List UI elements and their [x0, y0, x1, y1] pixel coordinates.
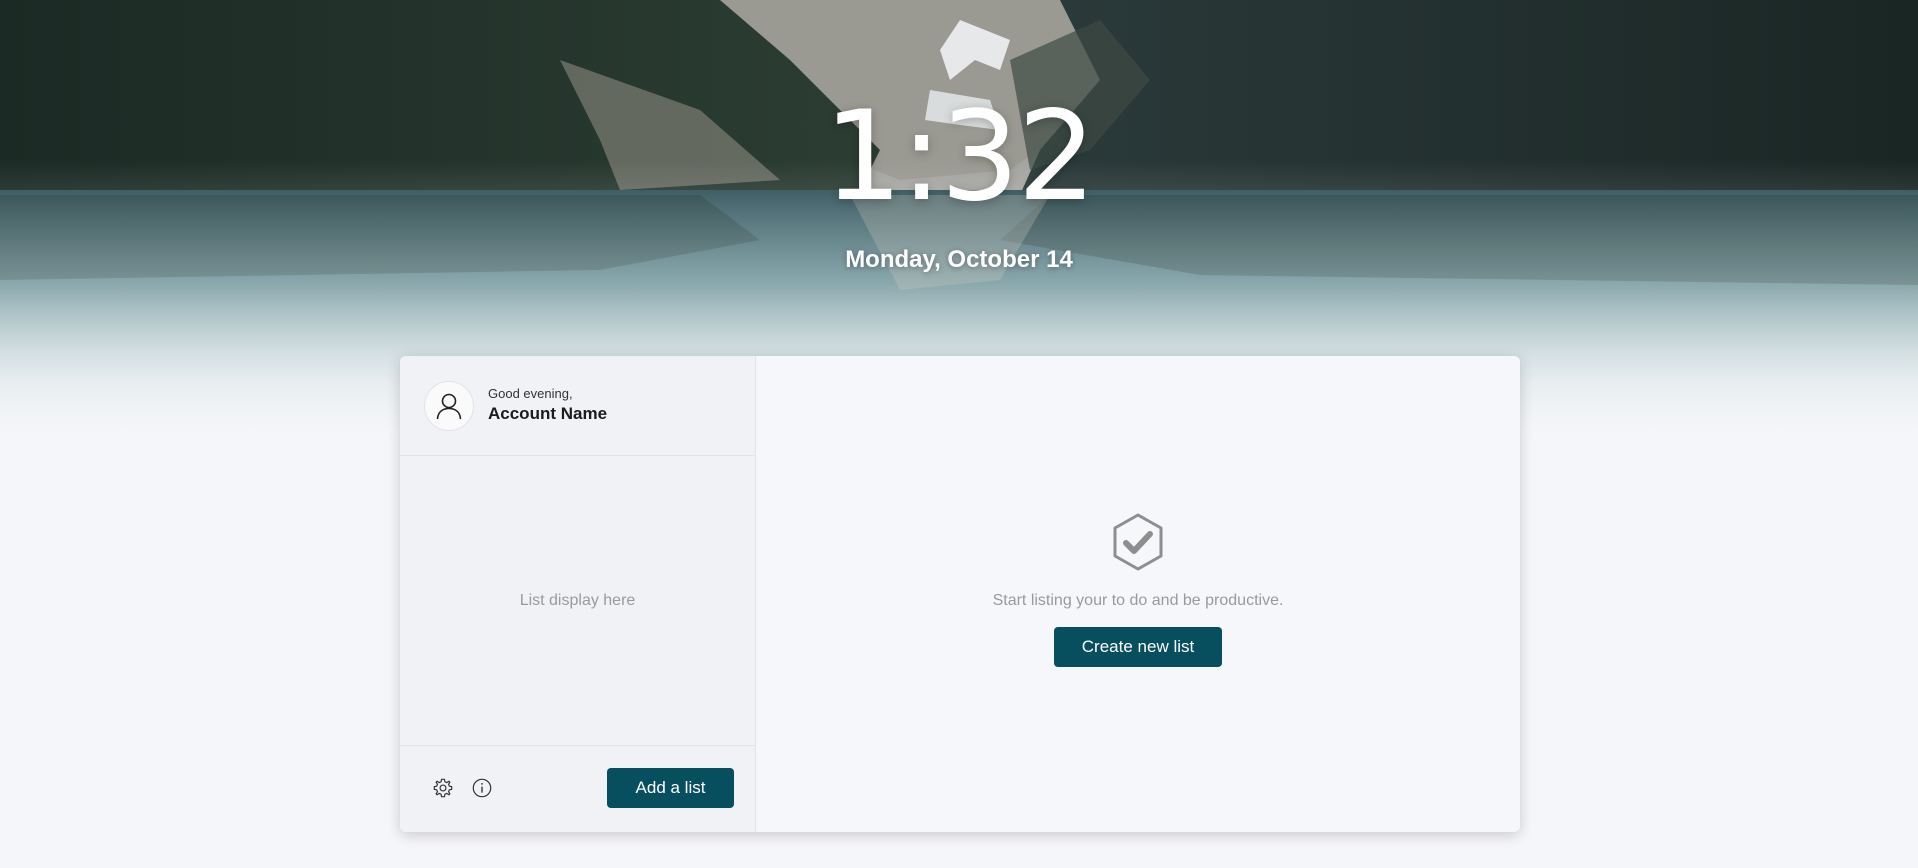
clock-date: Monday, October 14	[845, 246, 1073, 273]
account-header: Good evening, Account Name	[400, 356, 755, 456]
info-icon	[472, 778, 492, 798]
greeting-text: Good evening,	[488, 386, 573, 401]
create-new-list-button[interactable]: Create new list	[1054, 627, 1222, 667]
sidebar-footer: Add a list	[400, 745, 755, 832]
todo-card: Good evening, Account Name List display …	[400, 356, 1520, 832]
hexagon-check-icon	[1113, 513, 1163, 571]
list-placeholder: List display here	[519, 592, 636, 609]
add-list-button[interactable]: Add a list	[607, 768, 734, 808]
user-icon	[436, 393, 462, 419]
account-name: Account Name	[488, 404, 608, 423]
empty-state: Start listing your to do and be producti…	[756, 512, 1520, 667]
clock-time: 1:32	[823, 85, 1096, 229]
sidebar: Good evening, Account Name List display …	[400, 356, 756, 832]
empty-state-message: Start listing your to do and be producti…	[992, 592, 1284, 609]
gear-icon	[433, 778, 453, 798]
main-content: Start listing your to do and be producti…	[756, 356, 1520, 832]
info-button[interactable]	[470, 776, 494, 800]
account-text: Good evening, Account Name	[488, 386, 607, 425]
avatar[interactable]	[424, 380, 474, 431]
settings-button[interactable]	[431, 776, 455, 800]
list-area: List display here	[400, 456, 755, 746]
